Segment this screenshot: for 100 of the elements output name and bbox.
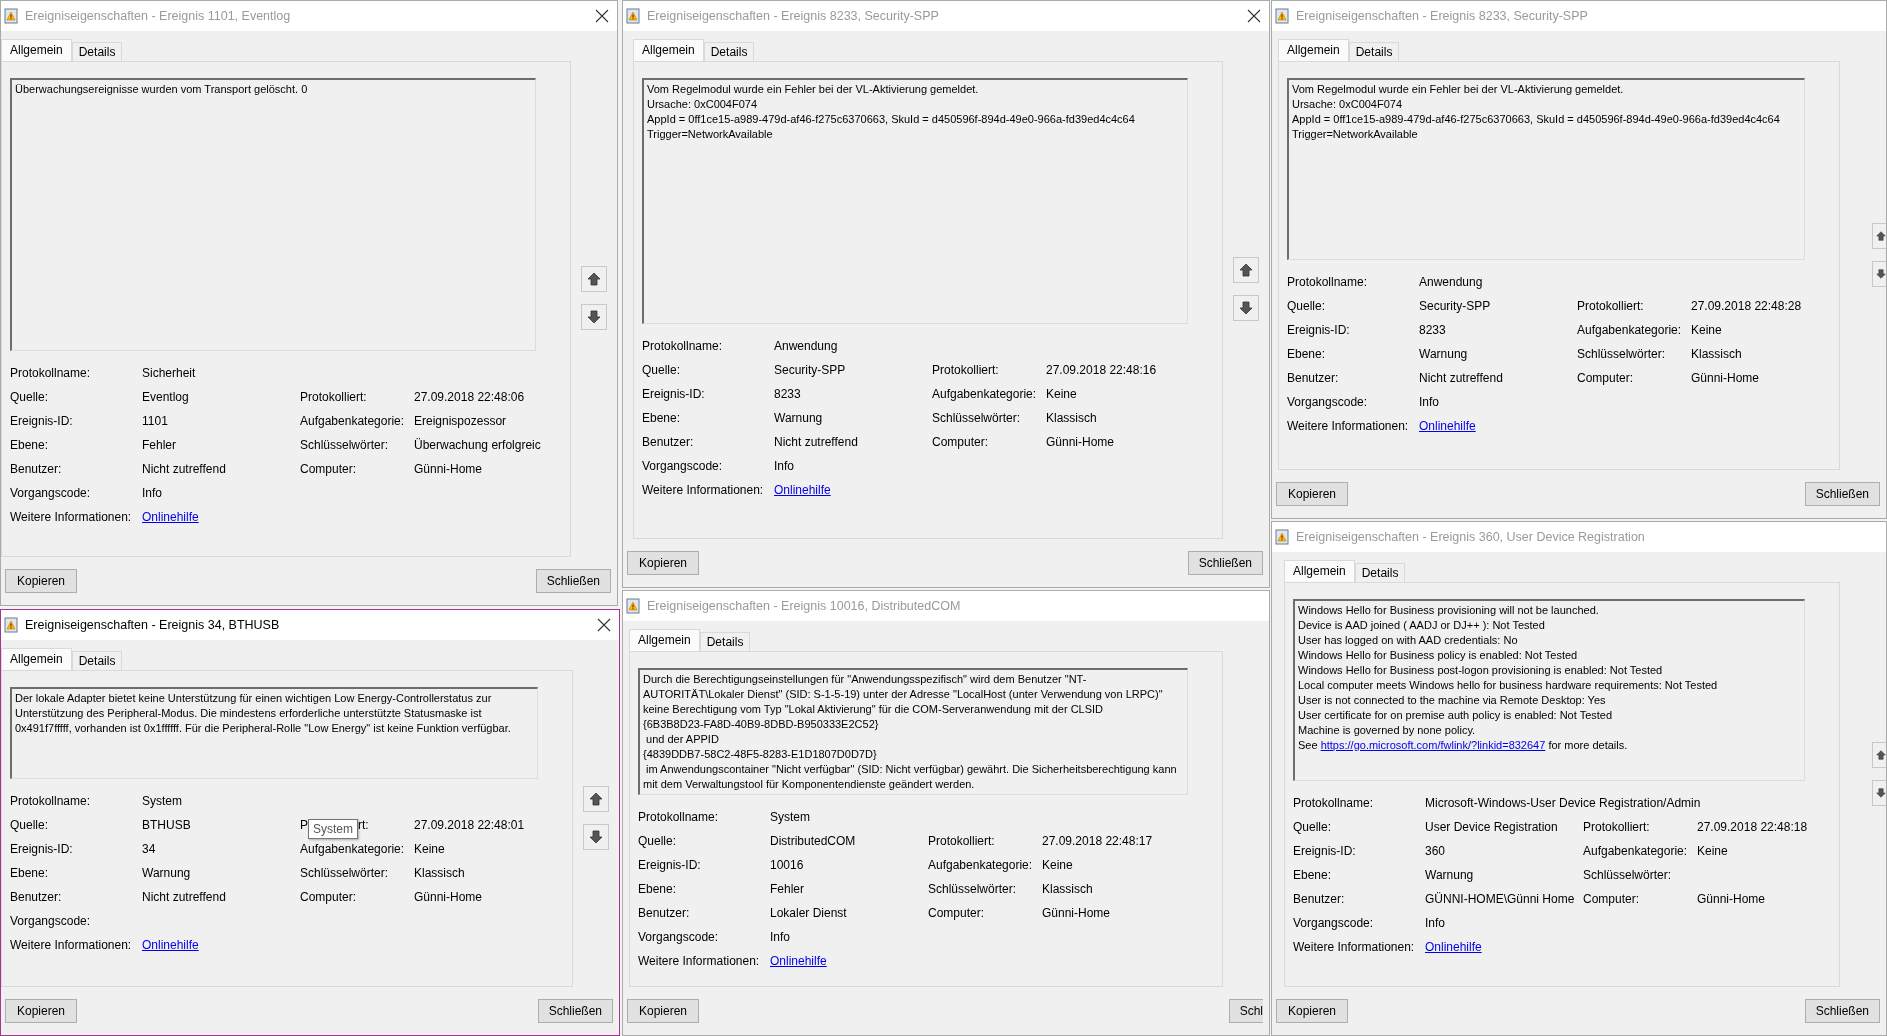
tooltip: System: [308, 819, 359, 839]
tab[interactable]: Allgemein: [633, 39, 704, 61]
url-link[interactable]: https://go.microsoft.com/fwlink/?linkid=832647: [1320, 739, 1546, 751]
scroll-down-button[interactable]: [581, 304, 607, 330]
tab[interactable]: Details: [1348, 42, 1400, 61]
event-log-icon: [1274, 529, 1290, 545]
field-value: Microsoft-Windows-User Device Registration/Admin: [1425, 795, 1702, 812]
field-label: Aufgabenkategorie:: [300, 413, 406, 430]
field-label: Vorgangscode:: [638, 929, 720, 946]
field-label: Schlüsselwörter:: [300, 865, 390, 882]
field-value: BTHUSB: [142, 817, 192, 834]
help-link[interactable]: Onlinehilfe: [142, 938, 199, 952]
dialog-button[interactable]: Schließen: [1804, 999, 1880, 1023]
tab[interactable]: Details: [71, 651, 123, 670]
tab[interactable]: Allgemein: [1, 39, 72, 61]
field-label: Quelle:: [642, 362, 682, 379]
tab[interactable]: Allgemein: [629, 629, 700, 651]
field-label: Vorgangscode:: [642, 458, 724, 475]
scroll-down-button[interactable]: [583, 823, 609, 850]
dialog-button[interactable]: Kopieren: [1276, 999, 1348, 1023]
field-label: Aufgabenkategorie:: [300, 841, 406, 858]
help-link[interactable]: Onlinehilfe: [1419, 419, 1476, 433]
tab[interactable]: Allgemein: [1, 648, 72, 670]
dialog-button[interactable]: Kopieren: [1276, 482, 1348, 506]
down-arrow-icon: [589, 829, 603, 844]
field-value: Nicht zutreffend: [1419, 370, 1504, 387]
dialog-button[interactable]: Schl: [1228, 999, 1263, 1023]
field-label: Ereignis-ID:: [1287, 322, 1351, 339]
field-value: Warnung: [1419, 346, 1469, 363]
dialog-button[interactable]: Schließen: [535, 569, 611, 593]
field-label: Computer:: [928, 905, 986, 922]
field-label: Ereignis-ID:: [10, 841, 74, 858]
message-box: Durch die Berechtigungseinstellungen für "Anwendungsspezifisch" wird dem Benutzer "NT-AUTORITÄT\Lokaler Dienst" (SID: S-1-5-19) unter der Adresse "LocalHost (unter Verwendung von LRPC)" keine Berechtigung vom Typ "Lokal Aktivierung" für die COM-Serveranwendung mit der CLSID {6B3B8D23-FA8D-40B9-8DBD-B950333E2C52} und der APPID {4839DDB7-58C2-48F5-8283-E1D1807D0D7D} im Anwendungscontainer "Nicht verfügbar" (SID: Nicht verfügbar) gewährt. Die Sicherheitsberechtigung kann mit dem Verwaltungstool für Komponentendienste geändert werden.: [638, 668, 1188, 795]
field-label: Benutzer:: [642, 434, 695, 451]
dialog-button[interactable]: Kopieren: [627, 551, 699, 575]
scroll-up-button[interactable]: [583, 785, 609, 812]
field-value: 1101: [142, 413, 169, 430]
help-link[interactable]: Onlinehilfe: [774, 483, 831, 497]
field-label: Quelle:: [10, 389, 50, 406]
scroll-up-button[interactable]: [1872, 222, 1886, 249]
field-value: 27.09.2018 22:48:28: [1691, 298, 1803, 315]
field-label: Ereignis-ID:: [638, 857, 702, 874]
tab[interactable]: Allgemein: [1278, 39, 1349, 61]
field-label: Ebene:: [638, 881, 678, 898]
scroll-down-button[interactable]: [1233, 295, 1259, 321]
dialog-button[interactable]: Schließen: [537, 999, 613, 1023]
field-label: Weitere Informationen:: [10, 937, 133, 954]
scroll-up-button[interactable]: [1872, 741, 1886, 768]
tab[interactable]: Details: [1354, 563, 1406, 582]
dialog-button[interactable]: Kopieren: [5, 999, 77, 1023]
close-icon[interactable]: [597, 618, 611, 632]
field-value: 10016: [770, 857, 805, 874]
field-value: 8233: [774, 386, 802, 403]
scroll-up-button[interactable]: [1233, 257, 1259, 283]
tab[interactable]: Details: [71, 42, 123, 61]
tab[interactable]: Details: [699, 632, 751, 651]
scroll-down-button[interactable]: [1872, 260, 1886, 287]
field-value: Info: [774, 458, 795, 475]
field-value: Info: [770, 929, 791, 946]
up-arrow-icon: [589, 791, 603, 806]
dialog-button[interactable]: Schließen: [1187, 551, 1263, 575]
field-value: User Device Registration: [1425, 819, 1559, 836]
field-label: Ebene:: [1293, 867, 1333, 884]
event-log-icon: [625, 8, 641, 24]
dialog-button[interactable]: Schließen: [1804, 482, 1880, 506]
field-label: Weitere Informationen:: [638, 953, 761, 970]
field-label: Schlüsselwörter:: [928, 881, 1018, 898]
field-value: System: [770, 809, 811, 826]
message-box: Der lokale Adapter bietet keine Unterstützung für einen wichtigen Low Energy-Controllerstatus zur Unterstützung des Peripheral-Modus. Die mindestens erforderliche unterstützte Statusmaske ist 0x491f7fffff, vorhanden ist 0x1ffffff. Für die Peripheral-Rolle "Low Energy" ist keine Funktion verfügbar.: [10, 687, 538, 779]
field-value: Keine: [1046, 386, 1078, 403]
field-value: 360: [1425, 843, 1447, 860]
close-icon[interactable]: [1247, 9, 1261, 23]
tab[interactable]: Allgemein: [1284, 560, 1355, 582]
message-box: Windows Hello for Business provisioning will not be launched. Device is AAD joined ( AADJ or DJ++ ): Not Tested User has logged on with AAD credentials: No Windows Hello for Business policy is enabled: Not Tested Windows Hello for Business post-logon provisioning is enabled: Not Tested Local computer meets Windows hello for business hardware requirements: Not Tested User is not connected to the machine via Remote Desktop: Yes User certificate for on premise auth policy is enabled: Not Tested Machine is governed by none policy. See https://go.microsoft.com/fwlink/?linkid=832647 for more details.: [1293, 599, 1805, 781]
field-value: 8233: [1419, 322, 1447, 339]
help-link[interactable]: Onlinehilfe: [142, 510, 199, 524]
event-log-icon: [3, 617, 19, 633]
close-icon[interactable]: [595, 9, 609, 23]
field-label: Aufgabenkategorie:: [928, 857, 1034, 874]
field-label: Schlüsselwörter:: [932, 410, 1022, 427]
up-arrow-icon: [1876, 747, 1886, 762]
field-label: Schlüsselwörter:: [300, 437, 390, 454]
field-value: Info: [1425, 915, 1446, 932]
tab[interactable]: Details: [703, 42, 755, 61]
field-value: 27.09.2018 22:48:01: [414, 817, 526, 834]
field-value: Günni-Home: [1046, 434, 1116, 451]
window-title: Ereigniseigenschaften - Ereignis 34, BTHUSB: [25, 616, 280, 634]
field-label: Vorgangscode:: [10, 913, 92, 930]
message-box: Überwachungsereignisse wurden vom Transport gelöscht. 0: [10, 78, 536, 351]
field-value: Fehler: [142, 437, 177, 454]
field-label: Benutzer:: [10, 461, 63, 478]
dialog-button[interactable]: Kopieren: [627, 999, 699, 1023]
scroll-down-button[interactable]: [1872, 779, 1886, 806]
dialog-button[interactable]: Kopieren: [5, 569, 77, 593]
help-link[interactable]: Onlinehilfe: [770, 954, 827, 968]
scroll-up-button[interactable]: [581, 266, 607, 292]
down-arrow-icon: [1876, 785, 1886, 800]
field-label: Protokolliert:: [1583, 819, 1651, 836]
help-link[interactable]: Onlinehilfe: [1425, 940, 1482, 954]
message-box: Vom Regelmodul wurde ein Fehler bei der VL-Aktivierung gemeldet. Ursache: 0xC004F074 AppId = 0ff1ce15-a989-479d-af46-f275c6370663, SkuId = d450596f-894d-49e0-966a-fd39ed4c4c64 Trigger=NetworkAvailable: [642, 78, 1188, 324]
